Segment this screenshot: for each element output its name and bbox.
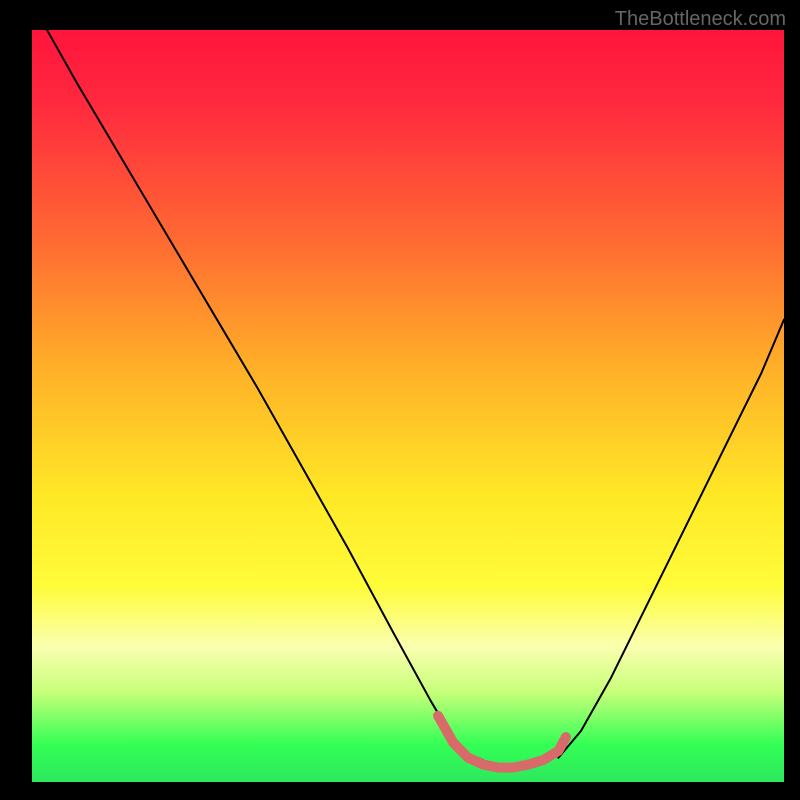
series-left-curve [47,30,483,760]
series-right-curve [558,320,784,758]
watermark-text: TheBottleneck.com [615,8,786,31]
curve-layer [32,30,784,792]
plot-area [32,30,784,792]
series-valley-marker [438,716,566,768]
